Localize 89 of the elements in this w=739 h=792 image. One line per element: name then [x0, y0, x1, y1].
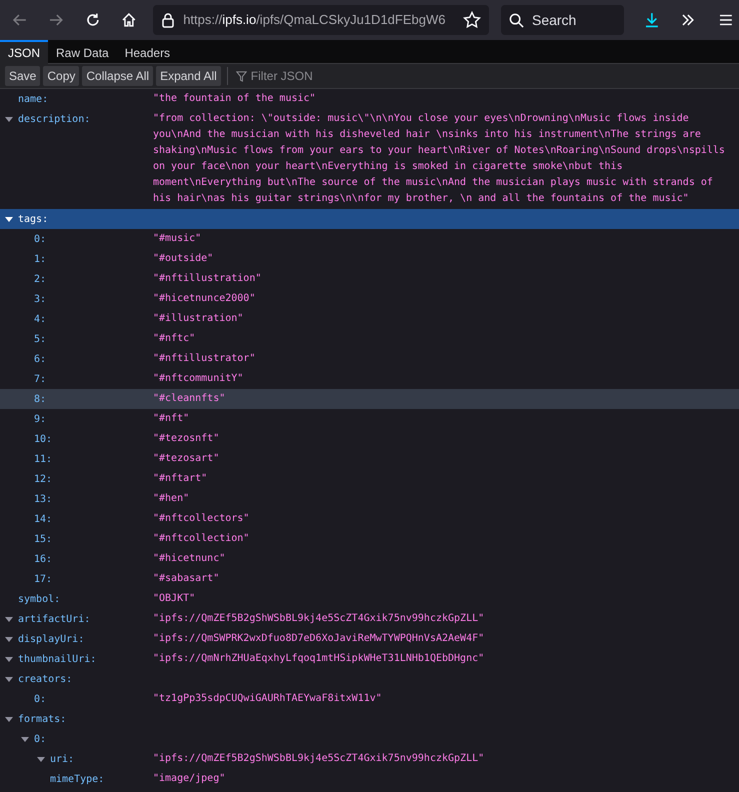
json-key: 0:	[34, 692, 46, 706]
lock-icon	[161, 12, 176, 28]
json-key: 15:	[34, 532, 52, 546]
home-icon[interactable]	[121, 12, 138, 28]
expanded-arrow-icon[interactable]	[21, 735, 29, 743]
json-key: 0:	[34, 232, 46, 246]
json-key: artifactUri:	[18, 612, 90, 626]
json-key: description:	[18, 112, 90, 126]
json-key: 4:	[34, 312, 46, 326]
json-key: 16:	[34, 552, 52, 566]
json-value: "#hicetnunc"	[153, 552, 226, 566]
json-key: 17:	[34, 572, 52, 586]
expanded-arrow-icon[interactable]	[5, 215, 13, 223]
filter-field[interactable]: Filter JSON	[234, 66, 315, 86]
json-key: 7:	[34, 372, 46, 386]
tab[interactable]: JSON	[0, 40, 48, 64]
json-key: 11:	[34, 452, 52, 466]
json-value: "#hen"	[153, 492, 190, 506]
expanded-arrow-icon[interactable]	[5, 115, 13, 123]
filter-icon	[236, 70, 247, 82]
json-key: 1:	[34, 252, 46, 266]
json-value: "ipfs://QmNrhZHUaEqxhyLfqoq1mtHSipkWHeT31LNHb1QEbDHgnc"	[153, 652, 486, 666]
json-key: displayUri:	[18, 632, 84, 646]
json-value: "#outside"	[153, 252, 214, 266]
toolbar-button[interactable]: Expand All	[156, 66, 221, 86]
json-key: uri:	[50, 752, 74, 766]
json-value: "the fountain of the music"	[153, 92, 317, 106]
json-value: "#cleannfts"	[153, 392, 226, 406]
json-value: "#nftcommunitY"	[153, 372, 244, 386]
json-key: 5:	[34, 332, 46, 346]
json-value: "#nftillustrator"	[153, 352, 256, 366]
json-key: 0:	[34, 732, 46, 746]
expanded-arrow-icon[interactable]	[5, 635, 13, 643]
json-key: 8:	[34, 392, 46, 406]
json-value: "tz1gPp35sdpCUQwiGAURhTAEYwaF8itxW11v"	[153, 692, 383, 706]
json-key: 12:	[34, 472, 52, 486]
json-key: 3:	[34, 292, 46, 306]
json-value: "ipfs://QmZEf5B2gShWSbBL9kj4e5ScZT4Gxik75nv99hczkGpZLL"	[153, 752, 486, 766]
url-text: https://ipfs.io/ipfs/QmaLCSkyJu1D1dFEbgW6	[183, 11, 446, 30]
expanded-arrow-icon[interactable]	[37, 755, 45, 763]
json-value: "#nftc"	[153, 332, 196, 346]
toolbar-button[interactable]: Copy	[43, 66, 80, 86]
expanded-arrow-icon[interactable]	[5, 675, 13, 683]
json-key: mimeType:	[50, 772, 104, 786]
json-value: "ipfs://QmSWPRK2wxDfuo8D7eD6XoJaviReMwTYWPQHnVsA2AeW4F"	[153, 632, 486, 646]
back-icon[interactable]	[12, 12, 28, 28]
forward-icon[interactable]	[48, 12, 64, 28]
json-value: "#music"	[153, 232, 202, 246]
download-icon[interactable]	[644, 12, 660, 28]
toolbar-button[interactable]: Save	[5, 66, 40, 86]
json-value: "image/jpeg"	[153, 772, 226, 786]
json-value: "from collection: \"outside: music\"\n\nYou close your eyes\nDrowning\nMusic flows inside you\nAnd the musician with his disheveled hair \nsinks into his instrument\nThe strings are shaking\nMusic flows from your ears to your heart\nRiver of Notes\nRoaring\nSound drops\nspills on your face\non your heart\nEverything is smoked in cigarette smoke\nbut this moment\nEverything but\nThe source of the music\nAnd the musician plays music with strands of his hair\nas his guitar strings\n\nfor my brother, \n and all the fountains of the music"	[153, 112, 726, 206]
toolbar-button[interactable]: Collapse All	[82, 66, 154, 86]
json-value: "#illustration"	[153, 312, 244, 326]
tab[interactable]: Raw Data	[48, 40, 117, 64]
json-value: "ipfs://QmZEf5B2gShWSbBL9kj4e5ScZT4Gxik75nv99hczkGpZLL"	[153, 612, 486, 626]
json-key: tags:	[18, 212, 48, 226]
json-key: 9:	[34, 412, 46, 426]
json-value: "#nftcollection"	[153, 532, 250, 546]
json-key: 2:	[34, 272, 46, 286]
json-key: 14:	[34, 512, 52, 526]
json-value: "#tezosart"	[153, 452, 220, 466]
json-key: creators:	[18, 672, 72, 686]
json-value: "#nft"	[153, 412, 190, 426]
reload-icon[interactable]	[84, 12, 100, 28]
json-value: "#hicetnunce2000"	[153, 292, 256, 306]
json-value: "#nftart"	[153, 472, 208, 486]
search-icon	[508, 12, 524, 28]
chevrons-icon[interactable]	[681, 13, 696, 27]
json-value: "#tezosnft"	[153, 432, 220, 446]
json-key: 6:	[34, 352, 46, 366]
address-bar[interactable]: https://ipfs.io/ipfs/QmaLCSkyJu1D1dFEbgW6	[153, 5, 489, 35]
json-value: "#nftcollectors"	[153, 512, 250, 526]
tab[interactable]: Headers	[116, 40, 178, 64]
json-key: 13:	[34, 492, 52, 506]
json-key: symbol:	[18, 592, 60, 606]
menu-icon[interactable]	[719, 13, 733, 27]
json-key: 10:	[34, 432, 52, 446]
json-value: "OBJKT"	[153, 592, 196, 606]
json-value: "#sabasart"	[153, 572, 220, 586]
expanded-arrow-icon[interactable]	[5, 615, 13, 623]
json-key: formats:	[18, 712, 66, 726]
search-field[interactable]: Search	[500, 5, 624, 35]
json-key: name:	[18, 92, 48, 106]
star-icon[interactable]	[462, 11, 481, 29]
json-key: thumbnailUri:	[18, 652, 96, 666]
expanded-arrow-icon[interactable]	[5, 655, 13, 663]
json-value: "#nftillustration"	[153, 272, 262, 286]
expanded-arrow-icon[interactable]	[5, 715, 13, 723]
